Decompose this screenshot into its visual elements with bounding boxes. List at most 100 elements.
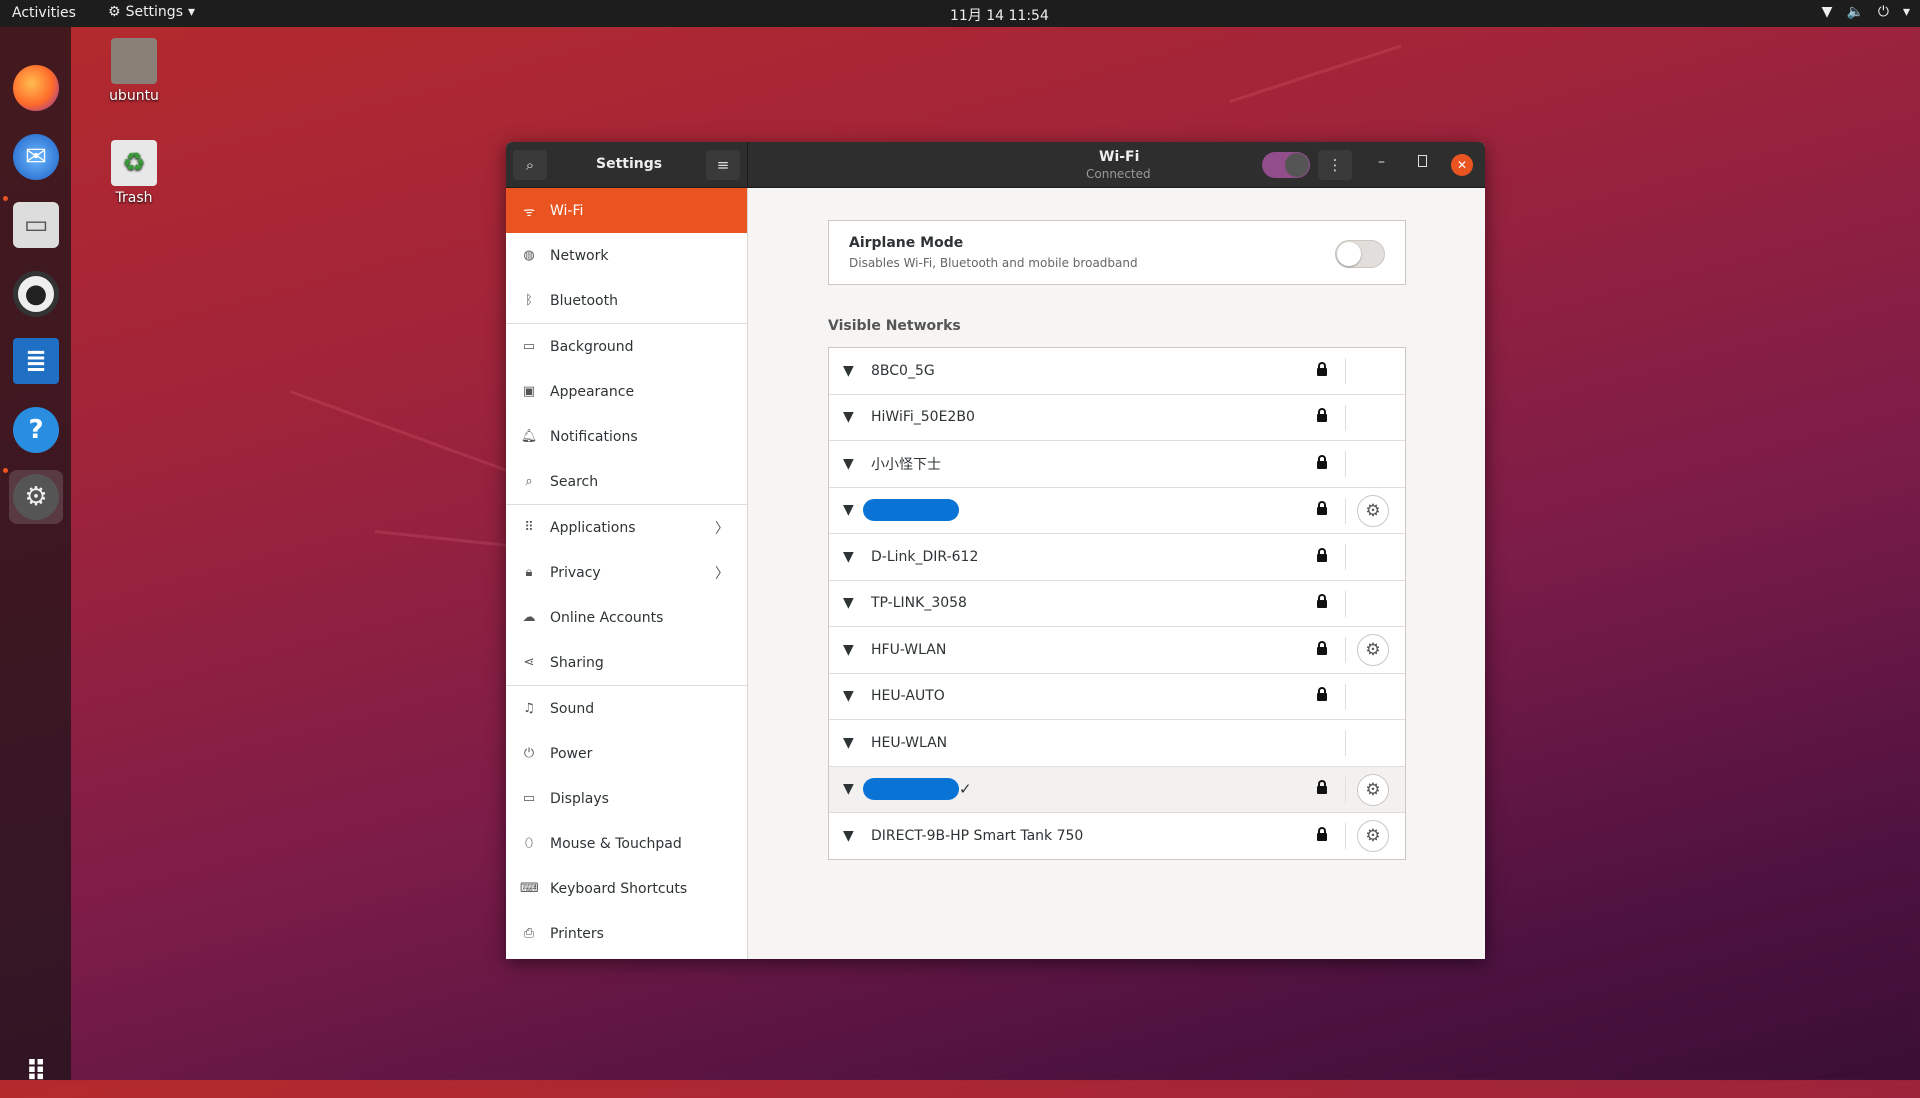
network-row[interactable]: ▼ ✓ ⚙ [829,766,1405,813]
power-icon: ⏻ [523,746,535,761]
search-icon: ⌕ [525,156,535,174]
desktop-home-folder[interactable]: ubuntu [89,38,179,104]
network-settings-button[interactable]: ⚙ [1357,773,1389,806]
sidebar-item-displays[interactable]: ▭ Displays [506,776,747,821]
wifi-signal-icon: ▼ [843,781,854,798]
wifi-signal-icon: ▼ [843,362,854,379]
network-row[interactable]: ▼ 小小怪下士 [829,441,1405,488]
dock-settings[interactable]: ⚙ [9,470,63,524]
redacted-network-name [863,499,959,522]
network-settings-button[interactable]: ⚙ [1357,494,1389,527]
sidebar-item-network[interactable]: ◍ Network [506,233,747,278]
sidebar-item-label: Online Accounts [550,609,664,626]
sidebar-item-printers[interactable]: ⎙ Printers [506,911,747,956]
show-applications-button[interactable]: ⠿ [9,1044,63,1098]
network-name: HEU-AUTO [871,688,945,705]
lock-icon [1317,547,1327,565]
network-row[interactable]: ▼ HEU-AUTO [829,674,1405,720]
sidebar-item-background[interactable]: ▭ Background [506,324,747,369]
power-icon: ⏻ [1877,4,1889,20]
network-row[interactable]: ▼ TP-LINK_3058 [829,581,1405,627]
sidebar-item-search[interactable]: ⌕ Search [506,459,747,504]
system-tray[interactable]: ▼ 🔈 ⏻ ▾ [1822,4,1910,20]
wifi-toggle[interactable] [1262,152,1310,178]
network-settings-button[interactable]: ⚙ [1357,820,1389,852]
files-icon: ▭ [13,202,59,248]
firefox-icon [13,65,59,111]
home-folder-icon [111,38,157,84]
writer-icon: ≣ [13,338,59,384]
network-name: 小小怪下士 [871,456,941,473]
divider [1345,730,1346,756]
lock-icon: 🔒︎ [525,565,533,580]
sidebar-item-applications[interactable]: ⠿ Applications 〉 [506,505,747,550]
caret-down-icon: ▾ [187,4,196,20]
sidebar-item-online-accounts[interactable]: ☁ Online Accounts [506,595,747,640]
display-icon: ▭ [522,791,536,806]
network-row[interactable]: ▼ DIRECT-9B-HP Smart Tank 750 ⚙ [829,813,1405,860]
sidebar-item-notifications[interactable]: 🔔︎ Notifications [506,414,747,459]
airplane-mode-switch[interactable] [1335,240,1385,268]
clock[interactable]: 11月 14 11:54 [950,5,1049,25]
gear-icon: ⚙ [1365,500,1381,521]
wifi-signal-icon: ▼ [843,409,854,426]
desktop-trash[interactable]: ♻ Trash [89,140,179,206]
sidebar-item-sharing[interactable]: ⋖ Sharing [506,640,747,685]
dock-rhythmbox[interactable]: ● [9,267,63,321]
network-name: TP-LINK_3058 [871,595,967,612]
sidebar-item-label: Wi-Fi [550,202,584,219]
monitor-icon: ▭ [522,339,536,354]
app-menu[interactable]: ⚙ Settings ▾ [108,4,195,20]
network-row[interactable]: ▼ D-Link_DIR-612 [829,534,1405,581]
maximize-button[interactable] [1418,155,1427,167]
thunderbird-icon: ✉ [13,134,59,180]
dock-writer[interactable]: ≣ [9,334,63,388]
sidebar-item-mouse-touchpad[interactable]: ⬯ Mouse & Touchpad [506,821,747,866]
network-row[interactable]: ▼ HFU-WLAN ⚙ [829,627,1405,674]
appearance-icon: ▣ [522,384,536,399]
close-button[interactable]: ✕ [1451,154,1473,176]
divider [1345,776,1346,803]
mouse-icon: ⬯ [524,836,534,851]
network-row[interactable]: ▼ HEU-WLAN [829,720,1405,767]
divider [1345,637,1346,663]
wifi-signal-icon: ▼ [843,455,854,472]
network-row[interactable]: ▼ 8BC0_5G [829,348,1405,395]
sidebar-item-label: Search [550,473,599,490]
sidebar-item-wifi[interactable]: ᯤ Wi-Fi [506,188,747,233]
dock-files[interactable]: ▭ [9,198,63,252]
activities-button[interactable]: Activities [12,5,76,21]
help-icon: ? [13,407,59,453]
sidebar-item-sound[interactable]: ♫ Sound [506,686,747,731]
volume-icon: 🔈 [1846,4,1864,20]
dock-firefox[interactable] [9,61,63,115]
lock-icon [1317,640,1327,658]
network-settings-button[interactable]: ⚙ [1357,634,1389,666]
sidebar-item-label: Privacy [550,564,601,581]
dock-thunderbird[interactable]: ✉ [9,130,63,184]
sidebar-item-label: Network [550,247,609,264]
divider [1345,823,1346,849]
divider [1345,358,1346,384]
network-row[interactable]: ▼ ⚙ [829,488,1405,534]
network-row[interactable]: ▼ HiWiFi_50E2B0 [829,395,1405,441]
search-button[interactable]: ⌕ [513,150,547,180]
sidebar-item-privacy[interactable]: 🔒︎ Privacy 〉 [506,550,747,595]
dock-help[interactable]: ? [9,403,63,457]
gear-icon: ⚙ [1365,826,1381,846]
checkmark-icon: ✓ [959,780,972,799]
sidebar-item-appearance[interactable]: ▣ Appearance [506,369,747,414]
rhythmbox-icon: ● [13,271,59,317]
lock-icon [1317,454,1327,472]
sidebar-item-power[interactable]: ⏻ Power [506,731,747,776]
wifi-signal-icon: ▼ [843,548,854,565]
network-name: HiWiFi_50E2B0 [871,409,975,426]
caret-down-icon: ▾ [1902,4,1910,20]
top-bar: Activities ⚙ Settings ▾ 11月 14 11:54 ▼ 🔈 ⏻ ▾ [0,0,1920,27]
more-options-button[interactable]: ⋮ [1318,150,1352,180]
wifi-signal-icon: ▼ [843,502,854,519]
menu-button[interactable]: ≡ [706,150,740,180]
minimize-button[interactable]: – [1378,154,1385,170]
sidebar-item-keyboard-shortcuts[interactable]: ⌨ Keyboard Shortcuts [506,866,747,911]
sidebar-item-bluetooth[interactable]: ᛒ Bluetooth [506,278,747,323]
